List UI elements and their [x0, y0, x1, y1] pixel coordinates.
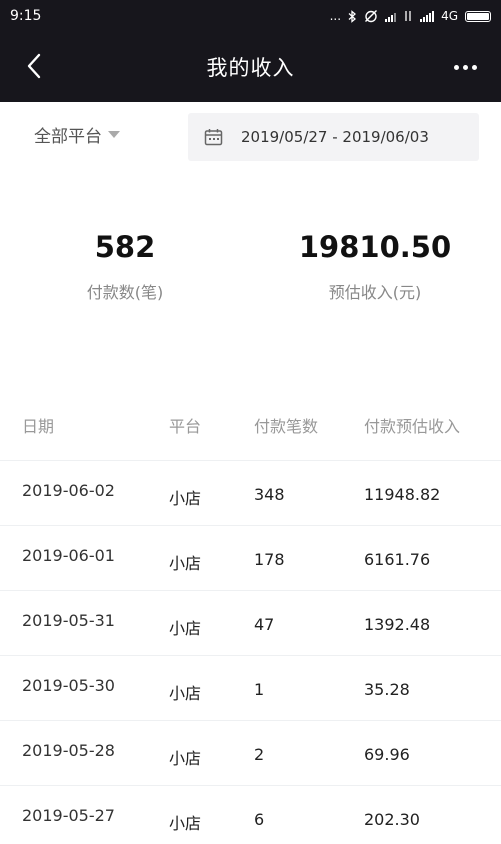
row-platform: 小店: [169, 554, 202, 573]
table-row[interactable]: 2019-05-27 小店 6 202.30: [0, 785, 501, 844]
row-date: 2019-06-01: [22, 546, 115, 565]
alarm-off-icon: [365, 10, 378, 23]
row-estimated-income: 11948.82: [364, 485, 441, 504]
nav-bar: 我的收入: [0, 32, 501, 102]
status-time: 9:15: [10, 8, 42, 24]
filter-row: 全部平台 2019/05/27 - 2019/06/03: [0, 102, 501, 172]
row-platform: 小店: [169, 684, 202, 703]
signal-2-icon: [420, 10, 435, 22]
more-dot-icon: [462, 64, 468, 70]
more-button[interactable]: [443, 52, 487, 82]
battery-icon: [465, 10, 491, 22]
payments-count: 582: [94, 230, 156, 264]
table-header: 日期 平台 付款笔数 付款预估收入: [0, 400, 501, 445]
status-bar: 9:15 ... 4G: [0, 0, 501, 32]
network-type: 4G: [441, 9, 458, 23]
row-platform: 小店: [169, 489, 202, 508]
row-platform: 小店: [169, 619, 202, 638]
status-dots: ...: [329, 9, 342, 23]
payments-stat: 582 付款数(笔): [0, 230, 250, 303]
header-date: 日期: [22, 417, 55, 436]
platform-label: 全部平台: [34, 127, 102, 147]
header-platform: 平台: [169, 417, 202, 436]
table-row[interactable]: 2019-05-30 小店 1 35.28: [0, 655, 501, 720]
row-date: 2019-06-02: [22, 481, 115, 500]
header-payment-count: 付款笔数: [254, 417, 319, 436]
row-estimated-income: 202.30: [364, 810, 420, 829]
table-row[interactable]: 2019-06-01 小店 178 6161.76: [0, 525, 501, 590]
row-payment-count: 348: [254, 485, 285, 504]
row-date: 2019-05-30: [22, 676, 115, 695]
row-payment-count: 6: [254, 810, 265, 829]
row-platform: 小店: [169, 749, 202, 768]
calendar-icon: [204, 129, 223, 146]
row-date: 2019-05-28: [22, 741, 115, 760]
table-row[interactable]: 2019-05-31 小店 47 1392.48: [0, 590, 501, 655]
row-estimated-income: 69.96: [364, 745, 410, 764]
caret-down-icon: [108, 131, 120, 138]
date-range-picker[interactable]: 2019/05/27 - 2019/06/03: [188, 113, 479, 161]
payments-count-label: 付款数(笔): [86, 283, 164, 302]
bluetooth-icon: [348, 9, 357, 23]
page-title: 我的收入: [206, 56, 295, 80]
income-stat: 19810.50 预估收入(元): [250, 230, 500, 303]
row-date: 2019-05-27: [22, 806, 115, 825]
data-transfer-icon: [405, 11, 411, 21]
row-payment-count: 47: [254, 615, 275, 634]
table-row[interactable]: 2019-05-28 小店 2 69.96: [0, 720, 501, 785]
more-dot-icon: [471, 64, 477, 70]
row-payment-count: 178: [254, 550, 285, 569]
header-estimated-income: 付款预估收入: [364, 417, 461, 436]
row-estimated-income: 35.28: [364, 680, 410, 699]
date-range-text: 2019/05/27 - 2019/06/03: [241, 128, 429, 146]
estimated-income-label: 预估收入(元): [328, 283, 422, 302]
signal-1-icon: [385, 11, 397, 22]
estimated-income: 19810.50: [298, 230, 452, 264]
row-platform: 小店: [169, 814, 202, 833]
platform-dropdown[interactable]: 全部平台: [34, 122, 120, 147]
row-estimated-income: 6161.76: [364, 550, 431, 569]
row-payment-count: 1: [254, 680, 265, 699]
more-dot-icon: [453, 64, 459, 70]
row-estimated-income: 1392.48: [364, 615, 431, 634]
table-row[interactable]: 2019-06-02 小店 348 11948.82: [0, 460, 501, 525]
row-date: 2019-05-31: [22, 611, 115, 630]
status-icons: ... 4G: [330, 9, 491, 23]
row-payment-count: 2: [254, 745, 265, 764]
